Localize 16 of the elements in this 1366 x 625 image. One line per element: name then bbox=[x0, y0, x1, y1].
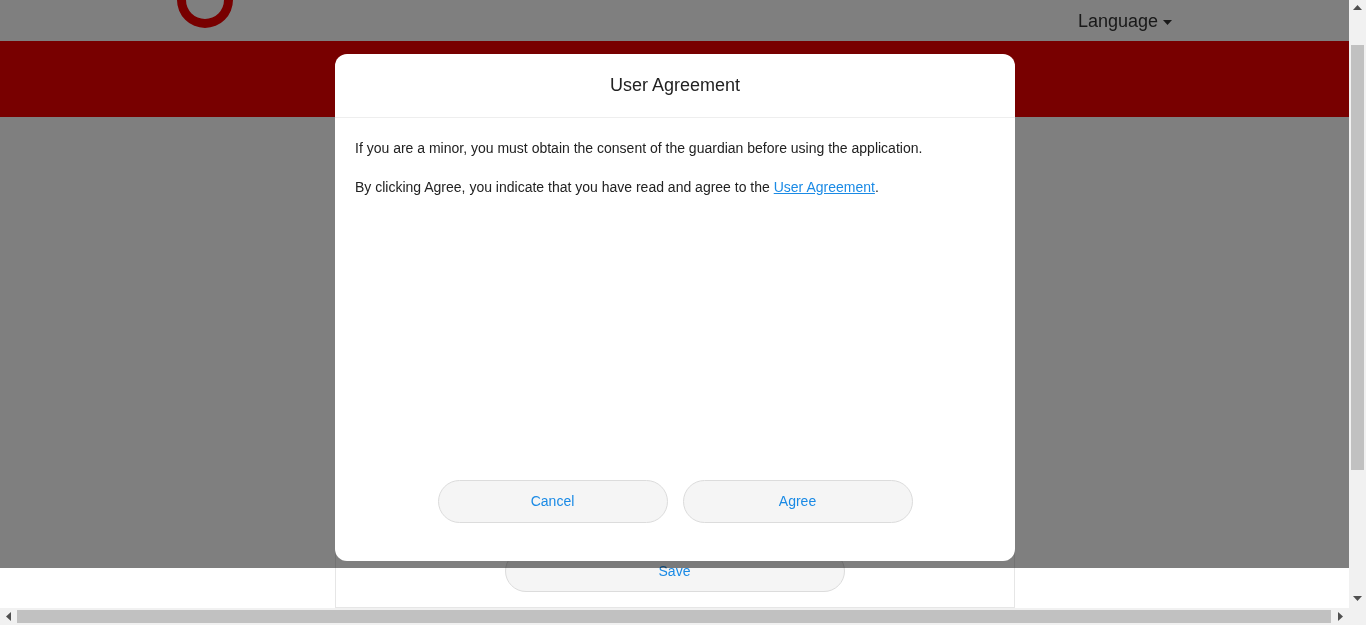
agreement-text: By clicking Agree, you indicate that you have read and agree to the User Agreement. bbox=[355, 178, 880, 197]
minor-notice: If you are a minor, you must obtain the consent of the guardian before using the application. bbox=[355, 139, 924, 158]
scrollbar-thumb[interactable] bbox=[17, 610, 1331, 623]
dialog-title: User Agreement bbox=[609, 74, 741, 97]
horizontal-scrollbar[interactable] bbox=[0, 608, 1366, 625]
vertical-scrollbar[interactable] bbox=[1349, 0, 1366, 608]
user-agreement-link[interactable]: User Agreement bbox=[773, 179, 875, 195]
scroll-left-icon[interactable] bbox=[6, 612, 12, 621]
scroll-right-icon[interactable] bbox=[1338, 612, 1344, 621]
agree-button[interactable]: Agree bbox=[682, 480, 913, 523]
scroll-up-icon[interactable] bbox=[1353, 5, 1362, 11]
scrollbar-thumb[interactable] bbox=[1351, 45, 1364, 470]
scroll-down-icon[interactable] bbox=[1353, 596, 1362, 602]
cancel-button[interactable]: Cancel bbox=[437, 480, 668, 523]
caret-icon bbox=[1163, 19, 1173, 25]
language-menu[interactable]: Language bbox=[1078, 8, 1173, 35]
